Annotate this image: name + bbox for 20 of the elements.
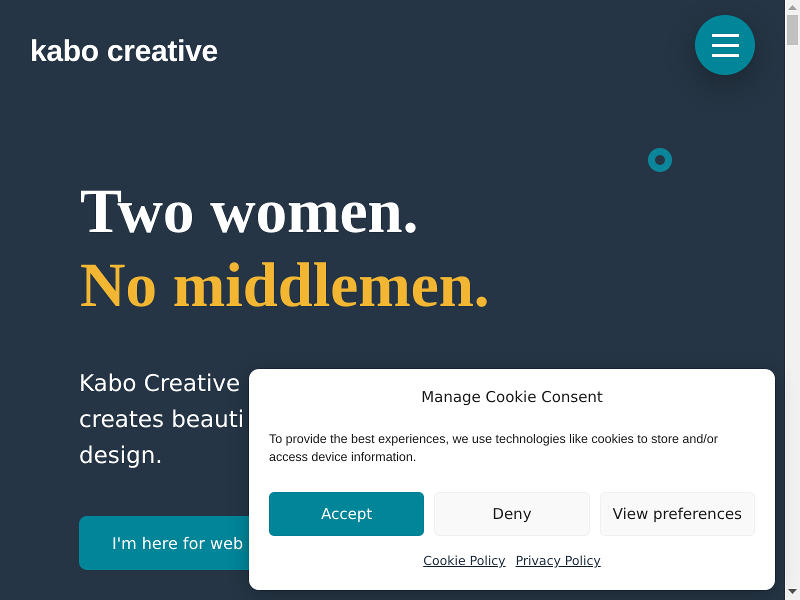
dialog-title: Manage Cookie Consent [421, 387, 603, 407]
logo[interactable]: kabo creative [30, 37, 218, 67]
ring-icon [648, 148, 672, 172]
headline-text: Two women. [80, 175, 418, 248]
scroll-up-icon[interactable] [788, 5, 797, 10]
dialog-message: To provide the best experiences, we use technologies like cookies to store and/or access device information. [269, 431, 719, 466]
headline-accent-text: No middlemen. [80, 249, 490, 322]
hero-description-line: design. [79, 442, 163, 471]
consent-button[interactable]: Deny [434, 492, 590, 536]
hero-description-line: Kabo Creative [79, 370, 240, 399]
scrollbar[interactable] [785, 0, 800, 600]
scroll-down-icon[interactable] [788, 589, 797, 594]
consent-button[interactable]: Accept [269, 492, 424, 536]
consent-button[interactable]: View preferences [600, 492, 755, 536]
menu-icon [712, 34, 738, 56]
cta-button[interactable]: I'm here for web [79, 516, 249, 570]
policy-link[interactable]: Privacy Policy [516, 552, 601, 570]
scrollbar-thumb[interactable] [787, 15, 798, 45]
policy-link[interactable]: Cookie Policy [423, 552, 506, 570]
hero-description-line: creates beauti [79, 406, 244, 435]
